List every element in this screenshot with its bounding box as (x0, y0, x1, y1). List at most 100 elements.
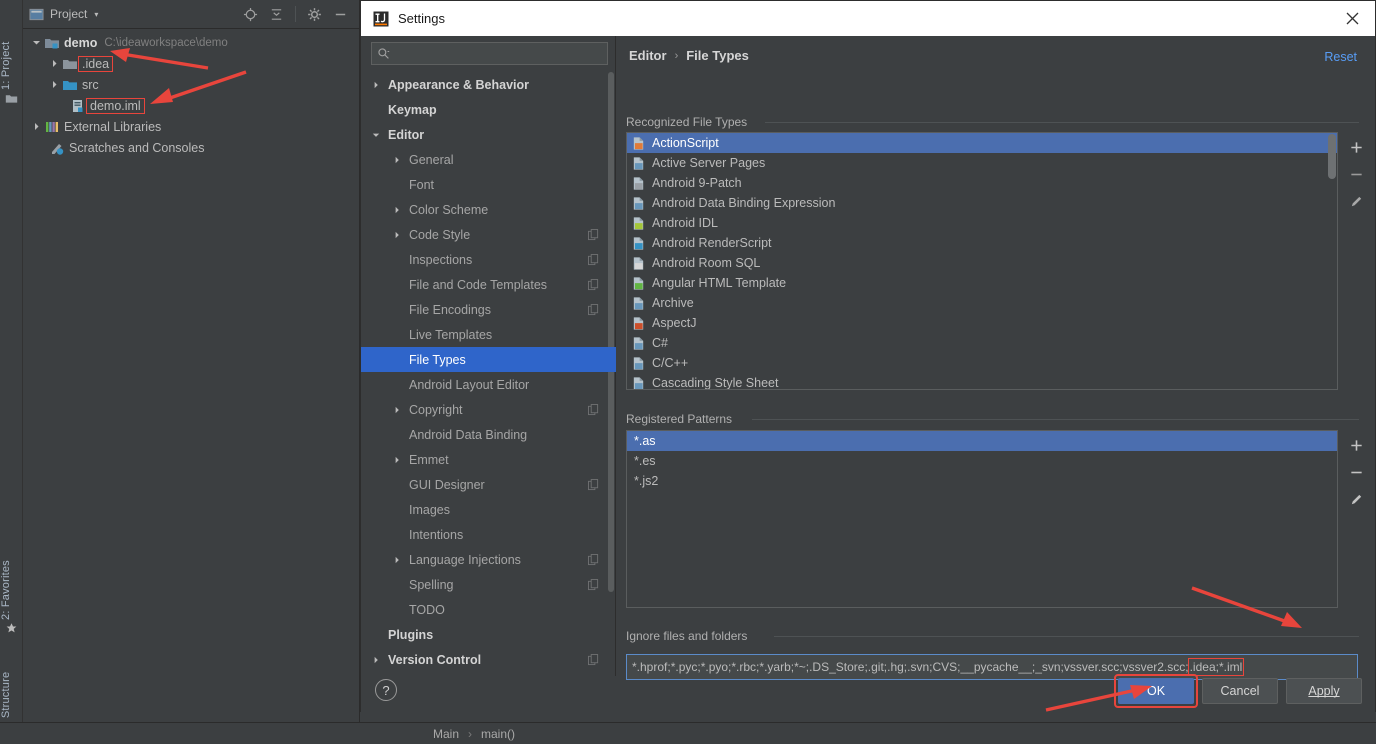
sidebar-item-project[interactable]: 1: Project (0, 4, 23, 90)
settings-tree-item-font[interactable]: Font (361, 172, 616, 197)
tree-row-scratches[interactable]: Scratches and Consoles (23, 137, 359, 158)
chevron-right-icon[interactable] (49, 58, 60, 69)
file-type-row[interactable]: AspectJ (627, 313, 1337, 333)
chevron-right-icon[interactable] (392, 230, 403, 240)
copy-settings-icon[interactable] (588, 278, 599, 291)
locate-icon[interactable] (243, 7, 258, 22)
collapse-all-icon[interactable] (269, 7, 284, 22)
file-type-row[interactable]: C/C++ (627, 353, 1337, 373)
tree-row-idea[interactable]: .idea (23, 53, 359, 74)
chevron-right-icon[interactable] (392, 555, 403, 565)
pattern-row[interactable]: *.js2 (627, 471, 1337, 491)
remove-file-type-button[interactable] (1345, 163, 1367, 185)
settings-tree-item-copyright[interactable]: Copyright (361, 397, 616, 422)
settings-tree-item-live-templates[interactable]: Live Templates (361, 322, 616, 347)
settings-tree-item-emmet[interactable]: Emmet (361, 447, 616, 472)
file-type-row[interactable]: Android IDL (627, 213, 1337, 233)
minimize-icon[interactable] (333, 7, 348, 22)
breadcrumb-parent[interactable]: Editor (629, 48, 667, 63)
sidebar-item-favorites[interactable]: 2: Favorites (0, 530, 23, 620)
settings-tree-item-appearance-behavior[interactable]: Appearance & Behavior (361, 72, 616, 97)
copy-settings-icon[interactable] (588, 578, 599, 591)
status-crumb-main[interactable]: Main (433, 727, 459, 741)
copy-settings-icon[interactable] (588, 653, 599, 666)
chevron-right-icon[interactable] (49, 79, 60, 90)
settings-tree-item-file-encodings[interactable]: File Encodings (361, 297, 616, 322)
pattern-row[interactable]: *.as (627, 431, 1337, 451)
sidebar-item-structure[interactable]: 7: Structure (0, 645, 23, 731)
copy-settings-icon[interactable] (588, 253, 599, 266)
search-input[interactable] (371, 42, 608, 65)
ok-button[interactable]: OK (1118, 678, 1194, 704)
reset-link[interactable]: Reset (1324, 50, 1357, 64)
remove-pattern-button[interactable] (1345, 461, 1367, 483)
file-type-row[interactable]: Android Data Binding Expression (627, 193, 1337, 213)
copy-settings-icon[interactable] (588, 228, 599, 241)
settings-tree-item-android-layout-editor[interactable]: Android Layout Editor (361, 372, 616, 397)
settings-tree-label: Images (409, 502, 450, 517)
apply-button[interactable]: Apply (1286, 678, 1362, 704)
help-button[interactable]: ? (375, 679, 397, 701)
chevron-right-icon[interactable] (392, 155, 403, 165)
chevron-down-icon[interactable] (31, 37, 42, 48)
tree-row-demo-iml[interactable]: demo.iml (23, 95, 359, 116)
chevron-right-icon[interactable] (392, 455, 403, 465)
settings-dialog: Settings Appearance & Behavior Keymap Ed… (360, 0, 1376, 713)
file-type-row[interactable]: Android Room SQL (627, 253, 1337, 273)
settings-tree-item-code-style[interactable]: Code Style (361, 222, 616, 247)
chevron-right-icon[interactable] (31, 121, 42, 132)
file-type-row[interactable]: Android RenderScript (627, 233, 1337, 253)
chevron-right-icon[interactable] (392, 205, 403, 215)
gear-icon[interactable] (307, 7, 322, 22)
file-types-scrollbar[interactable] (1328, 134, 1336, 179)
file-type-row[interactable]: Archive (627, 293, 1337, 313)
asp-icon (631, 156, 646, 171)
registered-patterns-list[interactable]: *.as *.es *.js2 (626, 430, 1338, 608)
add-file-type-button[interactable] (1345, 136, 1367, 158)
file-type-row[interactable]: Android 9-Patch (627, 173, 1337, 193)
settings-tree-item-inspections[interactable]: Inspections (361, 247, 616, 272)
settings-tree-item-file-types[interactable]: File Types (361, 347, 616, 372)
settings-tree-item-version-control[interactable]: Version Control (361, 647, 616, 672)
settings-tree-item-file-and-code-templates[interactable]: File and Code Templates (361, 272, 616, 297)
settings-tree-item-intentions[interactable]: Intentions (361, 522, 616, 547)
pattern-row[interactable]: *.es (627, 451, 1337, 471)
file-type-row[interactable]: ActionScript (627, 133, 1337, 153)
settings-tree-item-android-data-binding[interactable]: Android Data Binding (361, 422, 616, 447)
settings-tree-item-plugins[interactable]: Plugins (361, 622, 616, 647)
copy-settings-icon[interactable] (588, 553, 599, 566)
chevron-right-icon[interactable] (371, 655, 382, 665)
settings-tree-item-spelling[interactable]: Spelling (361, 572, 616, 597)
edit-file-type-button[interactable] (1345, 190, 1367, 212)
cancel-button[interactable]: Cancel (1202, 678, 1278, 704)
settings-tree-item-language-injections[interactable]: Language Injections (361, 547, 616, 572)
settings-tree-item-general[interactable]: General (361, 147, 616, 172)
chevron-right-icon[interactable] (371, 80, 382, 90)
copy-settings-icon[interactable] (588, 303, 599, 316)
settings-tree[interactable]: Appearance & Behavior Keymap Editor General… (361, 72, 616, 676)
add-pattern-button[interactable] (1345, 434, 1367, 456)
file-type-row[interactable]: Angular HTML Template (627, 273, 1337, 293)
settings-tree-item-editor[interactable]: Editor (361, 122, 616, 147)
settings-tree-item-color-scheme[interactable]: Color Scheme (361, 197, 616, 222)
file-type-row[interactable]: Cascading Style Sheet (627, 373, 1337, 389)
close-icon[interactable] (1329, 1, 1375, 36)
file-type-row[interactable]: Active Server Pages (627, 153, 1337, 173)
tree-row-external-libraries[interactable]: External Libraries (23, 116, 359, 137)
tree-row-src[interactable]: src (23, 74, 359, 95)
status-crumb-method[interactable]: main() (481, 727, 515, 741)
settings-tree-item-todo[interactable]: TODO (361, 597, 616, 622)
edit-pattern-button[interactable] (1345, 488, 1367, 510)
settings-tree-item-keymap[interactable]: Keymap (361, 97, 616, 122)
copy-settings-icon[interactable] (588, 478, 599, 491)
settings-tree-item-images[interactable]: Images (361, 497, 616, 522)
chevron-down-icon[interactable]: ▾ (94, 10, 98, 19)
copy-settings-icon[interactable] (588, 403, 599, 416)
settings-search-field[interactable] (394, 46, 594, 61)
tree-row-demo[interactable]: demo C:\ideaworkspace\demo (23, 32, 359, 53)
settings-tree-item-gui-designer[interactable]: GUI Designer (361, 472, 616, 497)
file-type-row[interactable]: C# (627, 333, 1337, 353)
chevron-down-icon[interactable] (371, 130, 382, 140)
chevron-right-icon[interactable] (392, 405, 403, 415)
recognized-file-types-list[interactable]: ActionScript Active Server Pages Android 9… (626, 132, 1338, 390)
